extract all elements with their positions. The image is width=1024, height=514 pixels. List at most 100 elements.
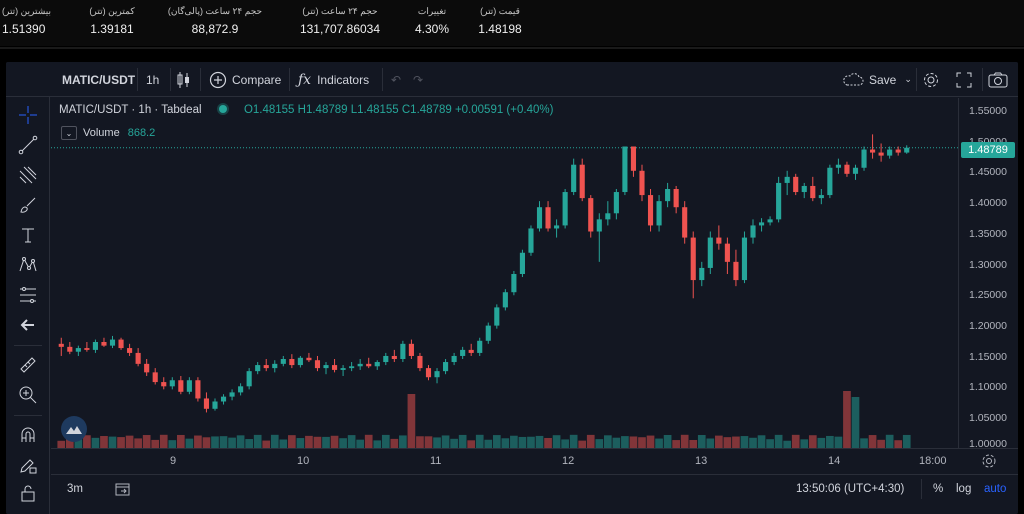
log-toggle[interactable]: log	[956, 483, 971, 495]
candle-body	[255, 365, 261, 372]
volume-bar	[228, 437, 236, 448]
clock-display[interactable]: 13:50:06 (UTC+4:30)	[796, 483, 904, 495]
volume-bar	[484, 439, 493, 448]
volume-bar	[680, 434, 689, 448]
cloud-icon	[843, 72, 864, 85]
candle-body	[562, 192, 568, 226]
volume-bar	[621, 436, 629, 448]
redo-button[interactable]: ↷	[413, 62, 423, 97]
visibility-tool[interactable]	[16, 507, 40, 514]
stat-volume-matic: حجم ۲۴ ساعت (پالی‌گان) 88,872.9	[165, 6, 265, 36]
logo-badge[interactable]	[61, 416, 87, 442]
brush-tool[interactable]	[16, 193, 40, 217]
compare-button[interactable]: Compare	[209, 62, 281, 97]
interval-button[interactable]: 1h	[146, 62, 159, 97]
volume-bar	[347, 435, 356, 448]
price-axis[interactable]: 1.55000 1.50000 1.45000 1.40000 1.35000 …	[958, 98, 1018, 450]
volume-bar	[424, 436, 433, 448]
gear-icon	[982, 454, 996, 468]
magnet-tool[interactable]	[16, 423, 40, 447]
candle-body	[579, 164, 585, 199]
volume-bar	[381, 434, 390, 448]
time-tick: 9	[170, 455, 177, 467]
divider	[137, 68, 138, 91]
lock-drawings-tool[interactable]	[16, 453, 40, 477]
stat-change: تغییرات 4.30%	[402, 6, 462, 36]
prediction-tool[interactable]	[16, 283, 40, 307]
lock-tool[interactable]	[16, 481, 40, 505]
indicators-button[interactable]: ƒx Indicators	[298, 62, 369, 97]
chart-toolbar: MATIC/USDT 1h Compare ƒx Indicators ↶ ↷ …	[6, 62, 1018, 97]
volume-bar	[843, 391, 851, 448]
measure-tool[interactable]	[16, 353, 40, 377]
time-tick: 10	[297, 455, 310, 467]
volume-bar	[236, 435, 245, 448]
time-axis[interactable]: 9 10 11 12 13 14 18:00	[51, 448, 1018, 474]
volume-bar	[791, 434, 800, 448]
stat-value: 88,872.9	[191, 22, 239, 36]
undo-button[interactable]: ↶	[391, 62, 401, 97]
candle-body	[741, 237, 748, 281]
volume-bar	[877, 439, 885, 448]
candle-body	[588, 198, 594, 232]
back-tool[interactable]	[16, 313, 40, 337]
redo-icon: ↷	[413, 72, 424, 87]
trendline-tool[interactable]	[16, 133, 40, 157]
volume-bar	[305, 435, 313, 448]
volume-bar	[834, 436, 843, 448]
crosshair-tool[interactable]	[16, 103, 40, 127]
volume-bar	[510, 435, 518, 448]
volume-bar	[390, 438, 399, 448]
chart-title: MATIC/USDT · 1h · Tabdeal	[59, 104, 202, 116]
volume-bar	[117, 437, 125, 448]
goto-date-button[interactable]	[115, 481, 131, 502]
auto-toggle[interactable]: auto	[984, 483, 1006, 495]
price-tick: 1.35000	[969, 228, 1007, 240]
symbol-search-button[interactable]: MATIC/USDT	[62, 62, 135, 97]
volume-bar	[270, 434, 279, 448]
candle-body	[613, 192, 619, 214]
candle-body	[870, 149, 876, 153]
candle-body	[801, 185, 807, 193]
chart-widget: MATIC/USDT 1h Compare ƒx Indicators ↶ ↷ …	[6, 62, 1018, 514]
price-tick: 1.55000	[969, 105, 1007, 117]
candle-body	[716, 237, 722, 244]
time-tick: 12	[562, 455, 575, 467]
volume-bar	[91, 437, 100, 448]
volume-bar	[202, 437, 211, 448]
text-tool[interactable]	[16, 223, 40, 247]
volume-bar	[715, 435, 723, 448]
volume-bar	[475, 434, 484, 448]
volume-bar	[296, 438, 305, 448]
pattern-tool[interactable]	[16, 253, 40, 277]
chevron-down-icon[interactable]: ⌄	[61, 126, 77, 140]
volume-bar	[535, 435, 544, 448]
settings-button[interactable]	[922, 62, 940, 97]
chart-type-button[interactable]	[176, 62, 192, 97]
price-tick: 1.30000	[969, 259, 1007, 271]
save-button[interactable]: Save ⌄	[842, 62, 912, 97]
volume-bar	[817, 437, 826, 448]
price-chart[interactable]: MATIC/USDT · 1h · Tabdeal O1.48155 H1.48…	[51, 98, 958, 448]
candle-body	[349, 366, 355, 369]
price-tick: 1.15000	[969, 351, 1007, 363]
screenshot-button[interactable]	[988, 62, 1008, 97]
axis-settings-button[interactable]	[981, 453, 997, 474]
candle-body	[451, 355, 457, 363]
volume-bar	[159, 434, 168, 448]
calendar-arrow-icon	[115, 483, 130, 496]
pitchfork-tool[interactable]	[16, 163, 40, 187]
candle-body	[519, 252, 525, 274]
range-button[interactable]: 3m	[67, 483, 83, 495]
candle-body	[596, 219, 602, 232]
percent-toggle[interactable]: %	[933, 483, 943, 495]
zoom-tool[interactable]	[16, 383, 40, 407]
candle-body	[887, 149, 893, 156]
volume-bar	[245, 439, 253, 448]
candle-body	[144, 363, 150, 373]
divider	[382, 68, 383, 91]
time-tick: 11	[430, 455, 442, 467]
volume-bar	[458, 434, 467, 448]
fullscreen-button[interactable]	[956, 62, 972, 97]
arrow-left-icon	[20, 319, 34, 331]
